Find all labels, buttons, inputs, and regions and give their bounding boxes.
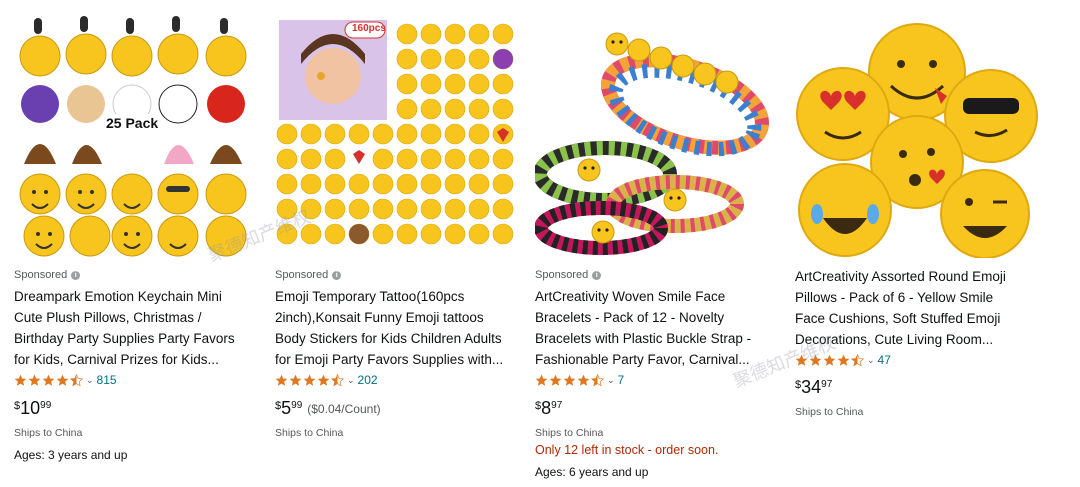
rating[interactable]: ⌄ 47 bbox=[795, 353, 891, 367]
rating-count[interactable]: 7 bbox=[618, 373, 625, 387]
star-rating bbox=[535, 373, 604, 387]
age-range: Ages: 3 years and up bbox=[14, 448, 128, 462]
rating-count[interactable]: 202 bbox=[358, 373, 378, 387]
star-icon bbox=[14, 374, 27, 386]
star-half-icon bbox=[70, 373, 83, 386]
product-grid: 25 Pack Sponsored i Dreampark Emotion Key… bbox=[0, 0, 1080, 487]
price[interactable]: $ 5 99 ($0.04/Count) bbox=[275, 397, 381, 419]
star-icon bbox=[795, 354, 808, 366]
rating-count[interactable]: 47 bbox=[878, 353, 891, 367]
rating[interactable]: ⌄ 202 bbox=[275, 373, 378, 387]
sponsored-label: Sponsored i bbox=[535, 269, 602, 281]
rating-count[interactable]: 815 bbox=[97, 373, 117, 387]
price[interactable]: $ 8 97 bbox=[535, 397, 562, 419]
star-icon bbox=[28, 374, 41, 386]
product-title[interactable]: ArtCreativity Woven Smile Face Bracelets… bbox=[535, 286, 770, 370]
star-icon bbox=[317, 374, 330, 386]
chevron-down-icon[interactable]: ⌄ bbox=[347, 375, 355, 386]
shipping-info: Ships to China bbox=[535, 427, 604, 439]
price[interactable]: $ 10 99 bbox=[14, 397, 51, 419]
star-icon bbox=[275, 374, 288, 386]
sponsored-label: Sponsored i bbox=[275, 269, 342, 281]
shipping-info: Ships to China bbox=[275, 427, 344, 439]
shipping-info: Ships to China bbox=[795, 406, 864, 418]
star-rating bbox=[795, 353, 864, 367]
product-card[interactable]: 160pcs Sponsored i Emoji Temporary Tattoo… bbox=[275, 0, 520, 487]
product-image-bracelets[interactable] bbox=[535, 14, 780, 258]
star-half-icon bbox=[591, 373, 604, 386]
emoji-keychain-image bbox=[19, 16, 247, 257]
star-icon bbox=[289, 374, 302, 386]
star-icon bbox=[549, 374, 562, 386]
product-title[interactable]: ArtCreativity Assorted Round Emoji Pillo… bbox=[795, 266, 1030, 350]
emoji-tattoo-image bbox=[276, 20, 514, 245]
product-image-tattoos[interactable]: 160pcs bbox=[275, 14, 520, 258]
star-icon bbox=[809, 354, 822, 366]
star-icon bbox=[303, 374, 316, 386]
star-rating bbox=[14, 373, 83, 387]
product-title[interactable]: Emoji Temporary Tattoo(160pcs 2inch),Kon… bbox=[275, 286, 510, 370]
chevron-down-icon[interactable]: ⌄ bbox=[607, 375, 615, 386]
rating[interactable]: ⌄ 815 bbox=[14, 373, 117, 387]
product-image-pillows[interactable] bbox=[795, 14, 1040, 258]
star-half-icon bbox=[851, 353, 864, 366]
info-icon[interactable]: i bbox=[71, 270, 81, 280]
bracelets-image bbox=[535, 32, 769, 255]
product-card[interactable]: 25 Pack Sponsored i Dreampark Emotion Key… bbox=[14, 0, 259, 487]
price[interactable]: $ 34 97 bbox=[795, 376, 832, 398]
age-range: Ages: 6 years and up bbox=[535, 465, 649, 479]
star-rating bbox=[275, 373, 344, 387]
star-icon bbox=[535, 374, 548, 386]
emoji-pillows-image bbox=[796, 23, 1038, 258]
star-icon bbox=[42, 374, 55, 386]
shipping-info: Ships to China bbox=[14, 427, 83, 439]
product-card[interactable]: Sponsored i ArtCreativity Woven Smile Fac… bbox=[535, 0, 780, 487]
rating[interactable]: ⌄ 7 bbox=[535, 373, 624, 387]
sponsored-label: Sponsored i bbox=[14, 269, 81, 281]
chevron-down-icon[interactable]: ⌄ bbox=[86, 375, 94, 386]
product-image-keychains[interactable]: 25 Pack bbox=[14, 14, 259, 258]
product-card[interactable]: ArtCreativity Assorted Round Emoji Pillo… bbox=[795, 0, 1040, 487]
star-icon bbox=[56, 374, 69, 386]
unit-price: ($0.04/Count) bbox=[307, 402, 381, 416]
product-title[interactable]: Dreampark Emotion Keychain Mini Cute Plu… bbox=[14, 286, 249, 370]
star-icon bbox=[577, 374, 590, 386]
star-icon bbox=[563, 374, 576, 386]
image-badge: 25 Pack bbox=[102, 114, 163, 132]
star-half-icon bbox=[331, 373, 344, 386]
info-icon[interactable]: i bbox=[332, 270, 342, 280]
chevron-down-icon[interactable]: ⌄ bbox=[867, 355, 875, 366]
star-icon bbox=[837, 354, 850, 366]
star-icon bbox=[823, 354, 836, 366]
info-icon[interactable]: i bbox=[592, 270, 602, 280]
image-badge: 160pcs bbox=[352, 23, 386, 34]
stock-warning: Only 12 left in stock - order soon. bbox=[535, 443, 719, 457]
